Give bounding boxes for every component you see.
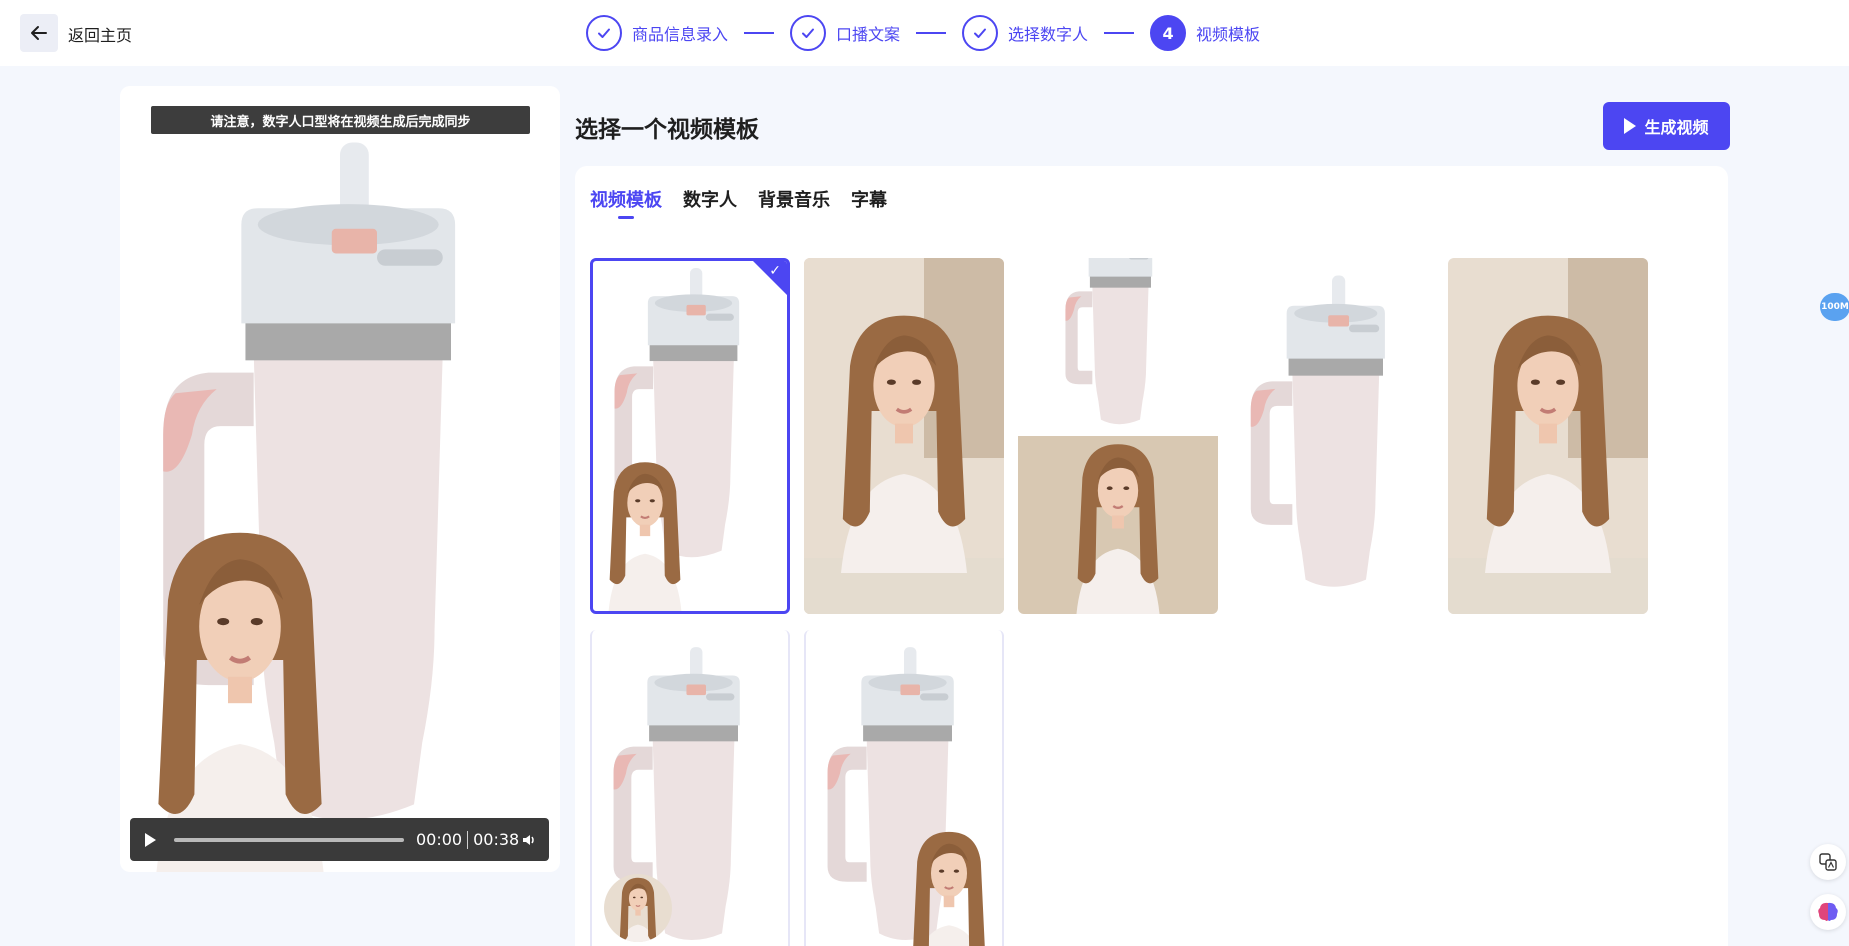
translate-button[interactable] (1810, 844, 1846, 880)
video-preview: 请注意，数字人口型将在视频生成后完成同步 00:00 00:38 (120, 86, 560, 872)
tab-digital-human[interactable]: 数字人 (683, 186, 737, 212)
time-divider (467, 830, 469, 849)
template-card[interactable] (1232, 258, 1432, 614)
template-card[interactable] (1018, 258, 1218, 614)
template-card[interactable] (590, 630, 790, 946)
video-player-controls: 00:00 00:38 (130, 818, 549, 861)
step-label: 选择数字人 (1008, 25, 1089, 44)
step-product-info[interactable]: 商品信息录入 (586, 15, 728, 51)
tab-background-music[interactable]: 背景音乐 (758, 186, 830, 212)
play-icon[interactable] (140, 830, 160, 850)
step-connector (744, 32, 775, 34)
current-time: 00:00 (416, 830, 463, 849)
duration: 00:38 (473, 830, 520, 849)
generate-video-button[interactable]: 生成视频 (1603, 102, 1730, 150)
video-progress-bar[interactable] (174, 837, 404, 842)
tab-subtitles[interactable]: 字幕 (851, 186, 887, 212)
step-label: 口播文案 (836, 25, 901, 44)
tab-bar: 视频模板 数字人 背景音乐 字幕 (590, 186, 908, 219)
ai-assistant-button[interactable] (1810, 894, 1846, 930)
lip-sync-notice: 请注意，数字人口型将在视频生成后完成同步 (151, 106, 530, 134)
step-label: 商品信息录入 (632, 25, 729, 44)
step-number: 4 (1150, 15, 1187, 51)
step-connector (916, 32, 947, 34)
template-card[interactable] (804, 630, 1004, 946)
check-icon: ✓ (769, 263, 781, 279)
back-button[interactable] (20, 14, 58, 52)
check-icon (962, 15, 999, 51)
back-home-label[interactable]: 返回主页 (68, 22, 132, 46)
top-header: 返回主页 商品信息录入 口播文案 选择数字人 4 视频模板 (0, 0, 1849, 66)
brain-icon (1818, 902, 1838, 921)
step-script[interactable]: 口播文案 (790, 15, 900, 51)
template-panel: 视频模板 数字人 背景音乐 字幕 ✓ (575, 166, 1728, 946)
check-icon (586, 15, 622, 51)
volume-icon[interactable] (521, 832, 537, 848)
template-card[interactable] (1448, 258, 1648, 614)
play-icon (1624, 118, 1637, 134)
step-label: 视频模板 (1196, 25, 1261, 44)
arrow-left-icon (31, 26, 47, 40)
translate-icon (1819, 853, 1837, 871)
tab-video-template[interactable]: 视频模板 (590, 186, 662, 219)
check-icon (790, 15, 827, 51)
memory-usage-badge: 100M (1820, 293, 1849, 321)
generate-video-label: 生成视频 (1644, 118, 1709, 137)
template-card[interactable] (804, 258, 1004, 614)
step-video-template[interactable]: 4 视频模板 (1150, 15, 1260, 51)
step-connector (1104, 32, 1135, 34)
page-title: 选择一个视频模板 (575, 117, 759, 143)
step-digital-human[interactable]: 选择数字人 (962, 15, 1088, 51)
template-card[interactable]: ✓ (590, 258, 790, 614)
progress-stepper: 商品信息录入 口播文案 选择数字人 4 视频模板 (586, 13, 1260, 53)
